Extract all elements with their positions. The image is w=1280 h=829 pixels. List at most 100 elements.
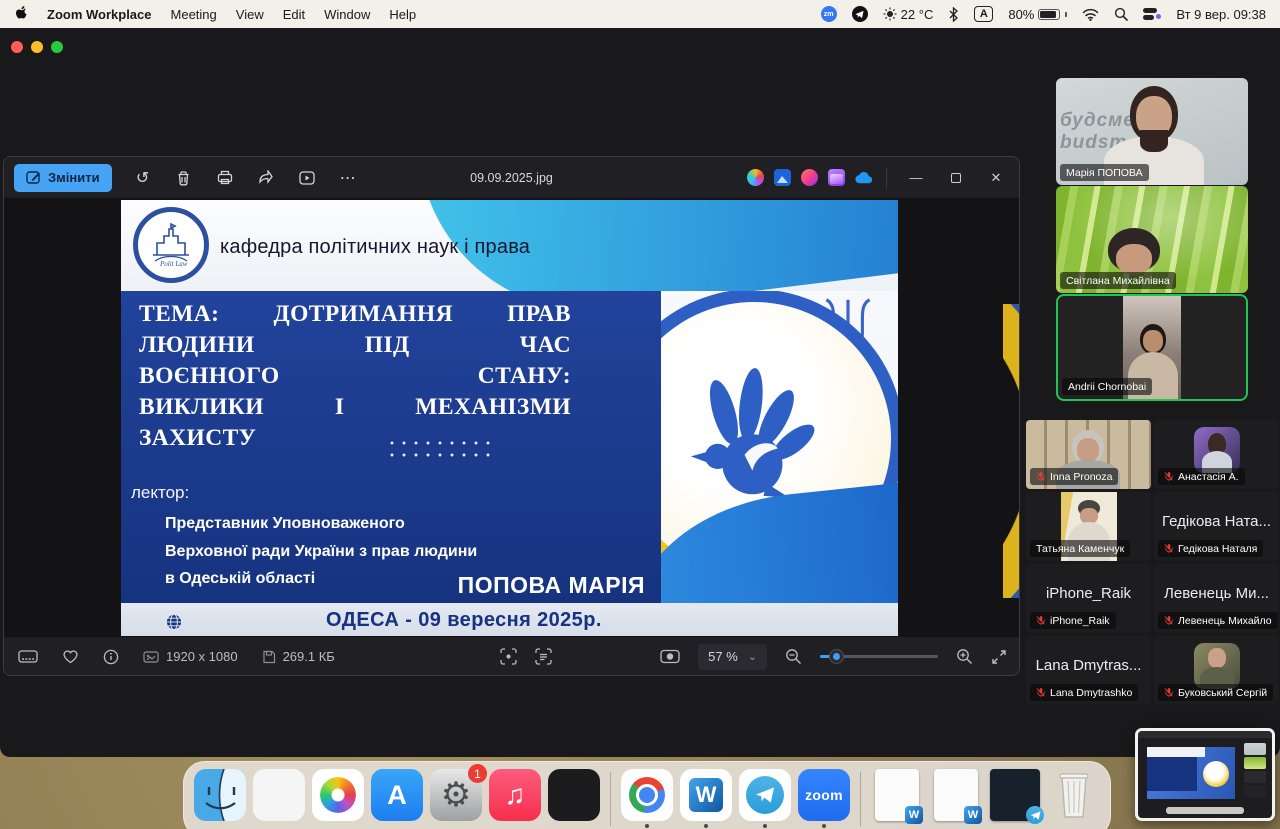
visual-search-icon[interactable]	[500, 648, 517, 665]
info-icon[interactable]	[103, 649, 119, 665]
dock-minimized-telegram-window[interactable]	[989, 769, 1041, 821]
slideshow-icon[interactable]	[660, 649, 680, 664]
muted-mic-icon	[1164, 543, 1174, 554]
video-tile-andrii-active-speaker[interactable]: Andrii Chornobai	[1056, 294, 1248, 401]
bluetooth-icon[interactable]	[948, 7, 959, 22]
fullscreen-icon[interactable]	[991, 649, 1007, 665]
name-tile-iphone-raik[interactable]: iPhone_Raik iPhone_Raik	[1026, 564, 1151, 633]
avatar-tile-anastasia[interactable]: Анастасія А.	[1154, 420, 1279, 489]
name-tile-levenets[interactable]: Левенець Ми... Левенець Михайло	[1154, 564, 1279, 633]
control-center-icon[interactable]	[1143, 7, 1161, 21]
name-tile-gedikova[interactable]: Гедікова Ната... Гедікова Наталя	[1154, 492, 1279, 561]
edit-button-label: Змінити	[48, 170, 100, 185]
dock-settings-icon[interactable]: ⚙ 1	[430, 769, 482, 821]
participant-name-label: Andrii Chornobai	[1062, 378, 1152, 395]
dock-zoom-icon[interactable]: zoom	[798, 769, 850, 821]
dock-music-icon[interactable]: ♫	[489, 769, 541, 821]
slide-image: ТЕМА: ДОТРИМАННЯ ПРАВ ЛЮДИНИ ПІД ЧАС ВОЄ…	[121, 200, 898, 640]
menu-meeting[interactable]: Meeting	[171, 7, 217, 22]
filmstrip-icon[interactable]	[18, 649, 38, 664]
video-tile-maria[interactable]: будсмеbudsm Марія ПОПОВА	[1056, 78, 1248, 185]
dock-figma-icon[interactable]	[548, 769, 600, 821]
dock-finder-icon[interactable]	[194, 769, 246, 821]
zoom-percent-dropdown[interactable]: 57 % ⌄	[698, 644, 767, 670]
dock-separator	[860, 772, 861, 826]
dock-photos-icon[interactable]	[312, 769, 364, 821]
zoom-slider-thumb[interactable]	[830, 650, 843, 663]
menu-bar: Zoom Workplace Meeting View Edit Window …	[0, 0, 1280, 28]
slide-header: Polit Law кафедра політичних наук і прав…	[121, 200, 898, 291]
delete-icon[interactable]	[175, 169, 193, 187]
gallery-icon[interactable]	[828, 169, 845, 186]
wifi-icon[interactable]	[1082, 8, 1099, 21]
print-icon[interactable]	[216, 169, 234, 187]
next-image-sliver	[1003, 304, 1019, 598]
department-logo: Polit Law	[133, 207, 209, 283]
menu-help[interactable]: Help	[389, 7, 416, 22]
more-options-icon[interactable]: ⋯	[339, 169, 357, 187]
slide-title: ТЕМА: ДОТРИМАННЯ ПРАВ ЛЮДИНИ ПІД ЧАС ВОЄ…	[139, 299, 571, 454]
viewer-close-button[interactable]: ✕	[981, 165, 1011, 191]
video-play-icon[interactable]	[298, 169, 316, 187]
zoom-menubar-icon[interactable]: zm	[821, 6, 837, 22]
dock-separator	[610, 772, 611, 826]
ocr-text-icon[interactable]	[535, 648, 552, 665]
dock-trash-icon[interactable]	[1048, 769, 1100, 821]
participant-name-label: Левенець Михайло	[1158, 612, 1278, 629]
rotate-icon[interactable]: ↺	[134, 169, 152, 187]
video-tile-svitlana[interactable]: Світлана Михайлівна	[1056, 186, 1248, 293]
zoom-percent-value: 57 %	[708, 649, 738, 664]
video-tile-inna[interactable]: Inna Pronoza	[1026, 420, 1151, 489]
fullscreen-window-button[interactable]	[51, 41, 63, 53]
menu-view[interactable]: View	[236, 7, 264, 22]
favorite-heart-icon[interactable]	[62, 649, 79, 664]
minimize-window-button[interactable]	[31, 41, 43, 53]
menu-window[interactable]: Window	[324, 7, 370, 22]
menu-zoom-workplace[interactable]: Zoom Workplace	[47, 7, 152, 22]
lecturer-description: Представник Уповноваженого Верховної рад…	[165, 510, 477, 593]
muted-mic-icon	[1164, 687, 1174, 698]
onedrive-icon[interactable]	[855, 169, 872, 186]
close-window-button[interactable]	[11, 41, 23, 53]
designer-icon[interactable]	[774, 169, 791, 186]
apple-menu-icon[interactable]	[14, 6, 28, 22]
copilot-icon[interactable]	[747, 169, 764, 186]
viewer-maximize-button[interactable]	[941, 165, 971, 191]
svg-text:Polit Law: Polit Law	[159, 260, 188, 268]
screenshot-preview-thumbnail[interactable]	[1135, 728, 1275, 821]
participant-name-label: Анастасія А.	[1158, 468, 1245, 485]
menubar-clock[interactable]: Вт 9 вер. 09:38	[1176, 7, 1266, 22]
viewer-minimize-button[interactable]: —	[901, 165, 931, 191]
department-title: кафедра політичних наук і права	[220, 236, 530, 259]
spotlight-search-icon[interactable]	[1114, 7, 1128, 21]
edit-button[interactable]: Змінити	[14, 164, 112, 192]
zoom-out-icon[interactable]	[785, 648, 802, 665]
avatar-tile-bukovskyi[interactable]: Буковський Сергій	[1154, 636, 1279, 705]
editor-icon[interactable]	[801, 169, 818, 186]
zoom-in-icon[interactable]	[956, 648, 973, 665]
menu-edit[interactable]: Edit	[283, 7, 305, 22]
image-dimensions: 1920 x 1080	[143, 649, 238, 664]
share-icon[interactable]	[257, 169, 275, 187]
dock-minimized-word-document-1[interactable]: W	[871, 769, 923, 821]
zoom-slider[interactable]	[820, 655, 938, 658]
dock-minimized-word-document-2[interactable]: W	[930, 769, 982, 821]
video-tile-tatyana[interactable]: Татьяна Каменчук	[1026, 492, 1151, 561]
participant-name-label: Марія ПОПОВА	[1060, 164, 1149, 181]
dock-telegram-icon[interactable]	[739, 769, 791, 821]
running-indicator	[822, 824, 826, 828]
dock-launchpad-icon[interactable]	[253, 769, 305, 821]
slide-footer: ОДЕСА - 09 вересня 2025р.	[121, 603, 898, 640]
chevron-down-icon: ⌄	[748, 650, 757, 663]
dock-chrome-icon[interactable]	[621, 769, 673, 821]
telegram-menubar-icon[interactable]	[852, 6, 868, 22]
dock-word-icon[interactable]: W	[680, 769, 732, 821]
keyboard-layout-icon[interactable]: A	[974, 6, 993, 22]
avatar	[1194, 643, 1240, 689]
battery-indicator[interactable]: 80%	[1008, 7, 1067, 22]
slide-dots-decoration	[386, 437, 498, 459]
dock-appstore-icon[interactable]: A	[371, 769, 423, 821]
avatar	[1194, 427, 1240, 473]
weather-item[interactable]: 22 °C	[883, 7, 934, 22]
name-tile-lana[interactable]: Lana Dmytras... Lana Dmytrashko	[1026, 636, 1151, 705]
